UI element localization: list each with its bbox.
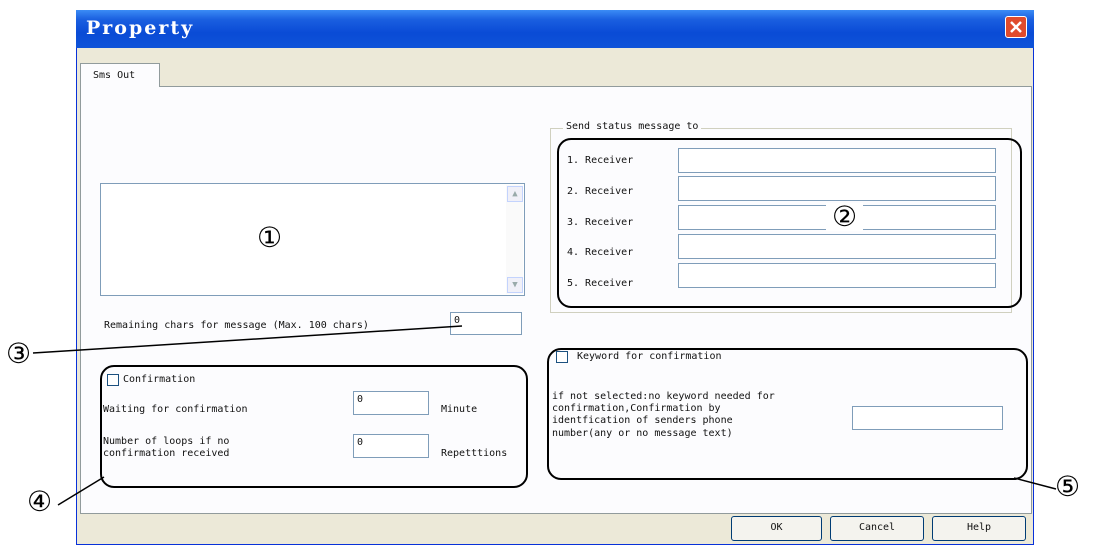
annotation-5: ⑤ <box>1055 470 1081 503</box>
keyword-desc-line-3: identfication of senders phone <box>552 415 733 426</box>
receiver-2-input[interactable] <box>678 176 996 201</box>
receiver-4-label: 4. Receiver <box>567 247 634 258</box>
keyword-desc-line-4: number(any or no message text) <box>552 428 733 439</box>
cancel-button[interactable]: Cancel <box>830 516 924 541</box>
keyword-desc-line-1: if not selected:no keyword needed for <box>552 391 775 402</box>
help-button[interactable]: Help <box>932 516 1026 541</box>
annotation-4: ④ <box>27 485 53 518</box>
keyword-input[interactable] <box>852 406 1003 430</box>
loops-unit: Repetttions <box>441 448 508 459</box>
receiver-1-label: 1. Receiver <box>567 155 634 166</box>
receiver-3-label: 3. Receiver <box>567 217 634 228</box>
receivers-group-title: Send status message to <box>563 121 702 132</box>
waiting-label: Waiting for confirmation <box>103 404 248 415</box>
receiver-5-label: 5. Receiver <box>567 278 634 289</box>
receiver-1-input[interactable] <box>678 148 996 173</box>
loops-input[interactable]: 0 <box>353 434 429 458</box>
keyword-desc-line-2: confirmation,Confirmation by <box>552 403 721 414</box>
annotation-2: ② <box>826 203 864 231</box>
waiting-unit: Minute <box>441 404 478 415</box>
keyword-checkbox[interactable] <box>556 351 568 363</box>
waiting-input[interactable]: 0 <box>353 391 429 415</box>
keyword-label: Keyword for confirmation <box>577 351 722 362</box>
receiver-4-input[interactable] <box>678 234 996 259</box>
loops-label-line-1: Number of loops if no <box>103 436 230 447</box>
loops-label-line-2: confirmation received <box>103 448 230 459</box>
confirmation-checkbox[interactable] <box>107 374 119 386</box>
ok-button[interactable]: OK <box>731 516 822 541</box>
tab-sms-out-label: Sms Out <box>93 70 136 81</box>
receiver-2-label: 2. Receiver <box>567 186 634 197</box>
receiver-5-input[interactable] <box>678 263 996 288</box>
confirmation-label: Confirmation <box>123 374 196 385</box>
